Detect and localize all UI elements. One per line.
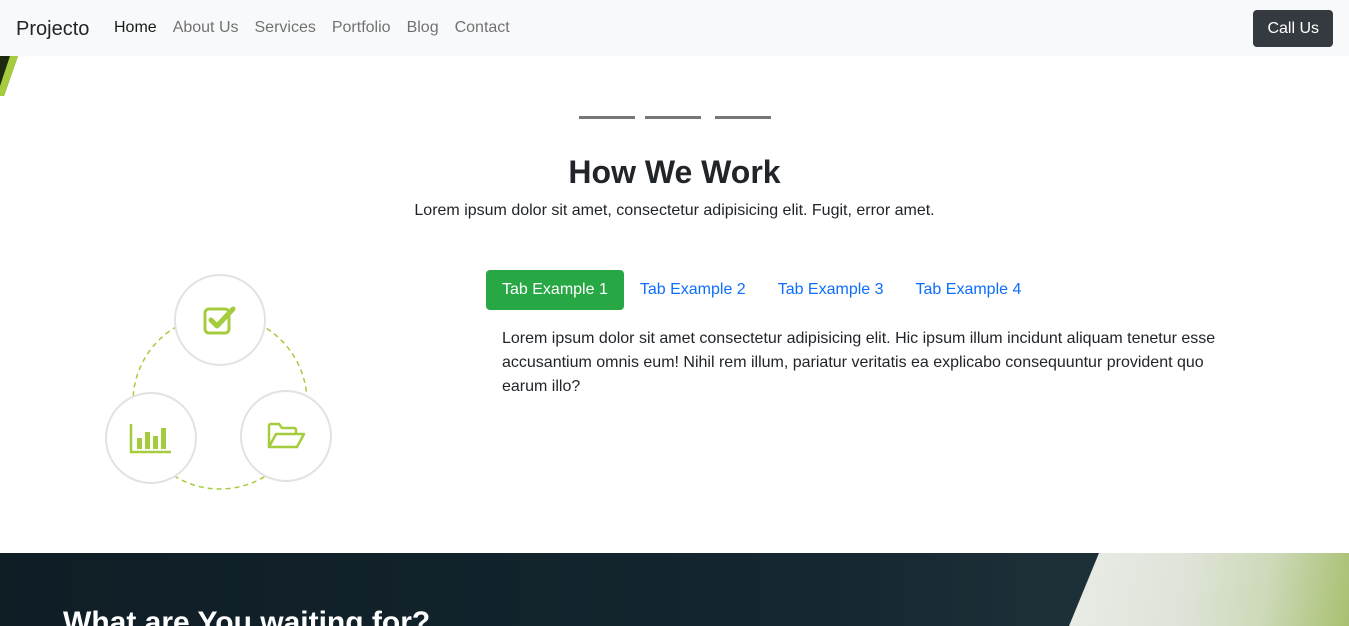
nav-link-services[interactable]: Services [247, 16, 324, 40]
bar-chart-icon [129, 424, 171, 454]
nav-link-blog[interactable]: Blog [399, 16, 447, 40]
tab-example-2[interactable]: Tab Example 2 [624, 270, 762, 310]
navbar: Projecto Home About Us Services Portfoli… [0, 0, 1349, 56]
workflow-step-folder [240, 390, 332, 482]
cta-title: What are You waiting for? [63, 606, 431, 626]
title-bar [645, 116, 701, 119]
section-subtitle: Lorem ipsum dolor sit amet, consectetur … [414, 202, 935, 219]
workflow-diagram [100, 270, 340, 495]
workflow-step-check [174, 274, 266, 366]
tab-example-1[interactable]: Tab Example 1 [486, 270, 624, 310]
nav-link-contact[interactable]: Contact [447, 16, 518, 40]
nav-link-about-us[interactable]: About Us [165, 16, 247, 40]
checkbox-icon [203, 306, 236, 335]
section-title: How We Work [568, 154, 781, 190]
folder-open-icon [267, 422, 306, 449]
title-bar [579, 116, 635, 119]
cta-background-photo [1069, 553, 1349, 626]
brand-logo[interactable]: Projecto [16, 14, 89, 44]
decorative-corner-stripe [0, 56, 18, 96]
title-bar [715, 116, 771, 119]
tab-panel-text: Lorem ipsum dolor sit amet consectetur a… [502, 330, 1216, 395]
tab-example-4[interactable]: Tab Example 4 [900, 270, 1038, 310]
call-us-button[interactable]: Call Us [1253, 10, 1333, 47]
nav-links: Home About Us Services Portfolio Blog Co… [106, 0, 518, 56]
cta-banner: What are You waiting for? [0, 553, 1349, 626]
nav-link-portfolio[interactable]: Portfolio [324, 16, 399, 40]
tab-list: Tab Example 1 Tab Example 2 Tab Example … [486, 270, 1037, 310]
tab-example-3[interactable]: Tab Example 3 [762, 270, 900, 310]
nav-link-home[interactable]: Home [106, 16, 165, 40]
title-decoration-bars [579, 116, 771, 120]
workflow-step-chart [105, 392, 197, 484]
